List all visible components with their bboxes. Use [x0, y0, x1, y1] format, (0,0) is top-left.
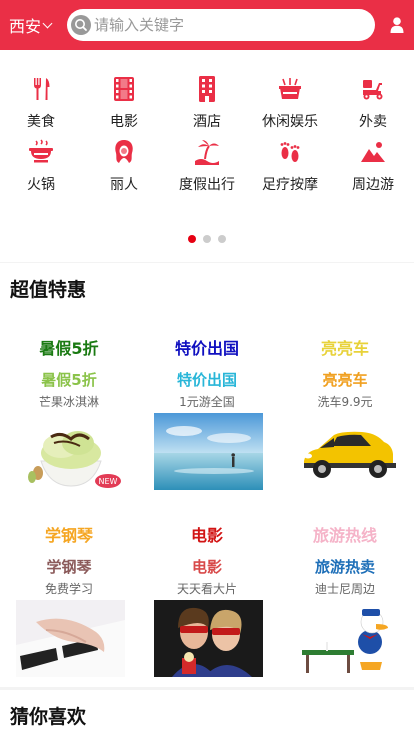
cinema-image: [154, 600, 263, 677]
category-label: 丽人: [110, 177, 138, 193]
category-label: 外卖: [359, 114, 387, 130]
category-item[interactable]: 丽人: [83, 139, 165, 194]
carousel-dot[interactable]: [188, 235, 196, 243]
deals-section-header: 超值特惠: [0, 263, 414, 309]
deal-title: 学钢琴: [44, 526, 93, 545]
search-box[interactable]: [67, 9, 375, 41]
category-item[interactable]: 美食: [0, 76, 82, 131]
deal-card[interactable]: 亮亮车 亮亮车 洗车9.9元: [277, 309, 413, 494]
top-bar: 西安: [0, 0, 414, 50]
category-item[interactable]: 休闲娱乐: [249, 76, 331, 131]
deal-description: 免费学习: [44, 582, 93, 596]
fork-knife-icon: [34, 78, 50, 100]
film-icon: [114, 77, 134, 101]
user-icon[interactable]: [390, 17, 404, 33]
beach-image: [154, 413, 263, 490]
category-item[interactable]: 周边游: [332, 139, 414, 194]
carousel-dots: [0, 235, 414, 243]
search-icon: [71, 15, 91, 35]
carousel-dot[interactable]: [218, 235, 226, 243]
deal-description: 天天看大片: [176, 582, 237, 596]
carousel-dot[interactable]: [203, 235, 211, 243]
deal-card[interactable]: 学钢琴 学钢琴 免费学习: [1, 496, 137, 681]
deal-title: 特价出国: [174, 339, 239, 358]
hotel-icon: [199, 76, 215, 102]
deal-subtitle: 学钢琴: [46, 558, 92, 576]
deal-card[interactable]: 电影 电影 天天看大片: [139, 496, 275, 681]
category-label: 酒店: [193, 114, 221, 130]
category-label: 火锅: [27, 177, 55, 193]
search-input[interactable]: [94, 16, 364, 34]
category-label: 休闲娱乐: [262, 114, 318, 130]
deal-subtitle: 暑假5折: [41, 371, 97, 389]
city-name: 西安: [9, 17, 42, 36]
deal-description: 1元游全国: [179, 395, 235, 409]
category-label: 电影: [110, 114, 138, 130]
section-title: 超值特惠: [10, 279, 87, 301]
beauty-icon: [115, 140, 133, 163]
deal-subtitle: 亮亮车: [322, 371, 368, 389]
piano-image: [16, 600, 125, 677]
leisure-icon: [279, 78, 301, 99]
category-label: 美食: [27, 114, 55, 130]
deal-title: 电影: [190, 526, 223, 545]
category-item[interactable]: 度假出行: [166, 139, 248, 194]
deal-subtitle: 旅游热卖: [314, 558, 375, 576]
deals-grid: 暑假5折 暑假5折 芒果冰淇淋 NEW 特价出国 特价出国 1元游全国 亮亮车 …: [0, 309, 414, 687]
ice-cream-image: NEW: [16, 413, 125, 490]
island-vacation-icon: [195, 140, 219, 165]
category-item[interactable]: 火锅: [0, 139, 82, 194]
deal-title: 暑假5折: [39, 339, 99, 358]
deal-card[interactable]: 特价出国 特价出国 1元游全国: [139, 309, 275, 494]
deal-subtitle: 电影: [191, 558, 222, 576]
new-badge: NEW: [99, 477, 118, 486]
category-label: 度假出行: [179, 177, 235, 193]
delivery-scooter-icon: [363, 80, 383, 100]
city-selector[interactable]: 西安: [9, 13, 61, 37]
section-title: 猜你喜欢: [10, 706, 87, 728]
mountain-icon: [361, 142, 385, 162]
footprints-icon: [280, 142, 300, 162]
deal-subtitle: 特价出国: [176, 371, 237, 389]
donald-duck-image: [292, 600, 401, 677]
deal-description: 迪士尼周边: [314, 582, 375, 596]
deal-description: 芒果冰淇淋: [38, 395, 99, 409]
deal-description: 洗车9.9元: [317, 395, 373, 409]
category-item[interactable]: 酒店: [166, 76, 248, 131]
category-grid: 美食 电影 酒店 休闲娱乐 外卖 火锅 丽人 度假出行 足疗按摩 周边游: [0, 50, 414, 262]
deal-card[interactable]: 暑假5折 暑假5折 芒果冰淇淋 NEW: [1, 309, 137, 494]
category-label: 周边游: [352, 177, 394, 193]
deal-title: 旅游热线: [312, 526, 377, 545]
deal-card[interactable]: 旅游热线 旅游热卖 迪士尼周边: [277, 496, 413, 681]
category-item[interactable]: 足疗按摩: [249, 139, 331, 194]
category-item[interactable]: 电影: [83, 76, 165, 131]
guess-section-header: 猜你喜欢: [0, 690, 414, 736]
chevron-down-icon: [42, 18, 53, 28]
category-label: 足疗按摩: [262, 177, 318, 193]
hotpot-icon: [29, 139, 53, 163]
category-item[interactable]: 外卖: [332, 76, 414, 131]
page: 西安 美食: [0, 0, 414, 736]
deal-title: 亮亮车: [320, 339, 369, 358]
yellow-car-image: [292, 413, 401, 490]
